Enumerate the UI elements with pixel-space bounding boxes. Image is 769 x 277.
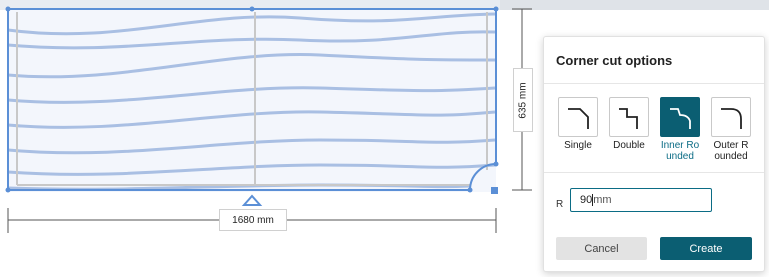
option-outer-rounded[interactable]: Outer Rounded: [711, 97, 751, 162]
option-inner-rounded[interactable]: Inner Rounded: [660, 97, 700, 162]
option-single[interactable]: Single: [558, 97, 598, 151]
option-label: Outer Rounded: [713, 140, 749, 162]
option-label: Double: [613, 140, 645, 151]
option-label: Inner Rounded: [660, 140, 700, 162]
inner-rounded-corner-icon[interactable]: [660, 97, 700, 137]
drawing-canvas[interactable]: 1680 mm 635 mm: [0, 0, 540, 277]
top-toolbar-strip-right: [500, 0, 769, 10]
outer-rounded-corner-icon[interactable]: [711, 97, 751, 137]
width-dimension-label: 1680 mm: [219, 209, 287, 231]
corner-cut-options-panel: Corner cut options Single Double Inner R…: [543, 36, 765, 272]
radius-value: 90: [580, 194, 593, 206]
divider: [544, 83, 764, 84]
height-dimension-label: 635 mm: [513, 68, 533, 132]
radius-input[interactable]: 90 mm: [570, 188, 712, 212]
shape-drawing: [5, 6, 532, 233]
double-corner-cut-icon[interactable]: [609, 97, 649, 137]
midpoint-triangle-marker: [241, 194, 263, 206]
single-corner-cut-icon[interactable]: [558, 97, 598, 137]
create-button[interactable]: Create: [660, 237, 752, 260]
option-double[interactable]: Double: [609, 97, 649, 151]
width-value: 1680 mm: [232, 214, 274, 226]
cancel-button[interactable]: Cancel: [556, 237, 647, 260]
radius-label: R: [556, 199, 564, 210]
height-value: 635 mm: [517, 81, 529, 119]
option-label: Single: [564, 140, 592, 151]
panel-title: Corner cut options: [556, 53, 673, 68]
divider: [544, 172, 764, 173]
radius-unit: mm: [593, 194, 612, 206]
